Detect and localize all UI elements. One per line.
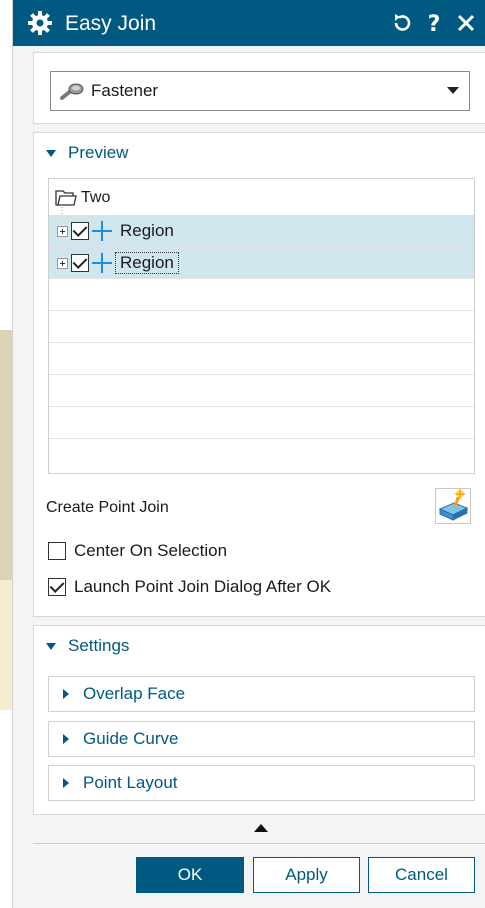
fastener-type-value: Fastener xyxy=(91,81,159,100)
overlap-face-label: Overlap Face xyxy=(83,684,186,703)
fastener-type-select[interactable]: Fastener xyxy=(50,71,470,111)
create-point-join-label: Create Point Join xyxy=(46,499,169,516)
point-layout-group[interactable]: Point Layout xyxy=(48,765,475,801)
apply-button[interactable]: Apply xyxy=(253,857,360,893)
region-icon xyxy=(92,253,112,273)
preview-tree[interactable]: Two Region Region xyxy=(48,178,475,474)
center-on-selection-option[interactable]: Center On Selection xyxy=(48,541,227,561)
preview-section-header[interactable]: Preview xyxy=(46,143,128,163)
expand-icon[interactable] xyxy=(57,225,68,237)
region-icon xyxy=(92,221,112,241)
create-point-join-button[interactable] xyxy=(435,488,471,524)
center-on-selection-label: Center On Selection xyxy=(74,541,228,560)
expand-arrow-icon xyxy=(63,689,69,699)
settings-panel: Settings Overlap Face Guide Curve Point … xyxy=(33,625,485,815)
collapse-dialog-icon[interactable] xyxy=(254,824,268,832)
empty-row xyxy=(49,375,474,407)
empty-row xyxy=(49,279,474,311)
point-layout-label: Point Layout xyxy=(83,773,178,792)
guide-curve-group[interactable]: Guide Curve xyxy=(48,721,475,757)
region-checkbox[interactable] xyxy=(71,254,89,272)
launch-point-join-label: Launch Point Join Dialog After OK xyxy=(74,577,332,596)
reset-icon[interactable] xyxy=(389,9,415,37)
chevron-down-icon xyxy=(447,87,459,94)
background-app-strip xyxy=(0,330,12,580)
region-label: Region xyxy=(120,221,174,240)
settings-heading: Settings xyxy=(68,636,130,655)
close-icon[interactable] xyxy=(453,9,479,37)
background-app-strip xyxy=(0,580,12,710)
ok-button[interactable]: OK xyxy=(136,857,244,893)
collapse-arrow-icon xyxy=(46,642,56,650)
center-on-selection-checkbox[interactable] xyxy=(48,542,66,560)
preview-heading: Preview xyxy=(68,143,129,162)
empty-row xyxy=(49,439,474,471)
help-icon[interactable]: ? xyxy=(421,9,447,37)
type-panel: Fastener xyxy=(33,52,485,124)
empty-row xyxy=(49,407,474,439)
expand-arrow-icon xyxy=(63,734,69,744)
empty-row xyxy=(49,343,474,375)
region-checkbox[interactable] xyxy=(71,222,89,240)
launch-point-join-option[interactable]: Launch Point Join Dialog After OK xyxy=(48,577,331,597)
point-join-icon xyxy=(438,489,469,521)
gear-icon xyxy=(27,10,53,36)
footer-divider xyxy=(33,843,485,844)
collapse-arrow-icon xyxy=(46,149,56,157)
cancel-button[interactable]: Cancel xyxy=(368,857,475,893)
tree-row[interactable]: Region xyxy=(49,215,474,247)
guide-curve-label: Guide Curve xyxy=(83,729,179,748)
overlap-face-group[interactable]: Overlap Face xyxy=(48,676,475,712)
region-label: Region xyxy=(115,252,179,274)
easy-join-dialog: Easy Join ? Fastener Preview Two Region … xyxy=(12,0,485,908)
launch-point-join-checkbox[interactable] xyxy=(48,578,66,596)
expand-icon[interactable] xyxy=(57,257,68,269)
empty-row xyxy=(49,311,474,343)
preview-panel: Preview Two Region Region Create Point J… xyxy=(33,132,485,617)
title-bar: Easy Join ? xyxy=(13,0,485,46)
expand-arrow-icon xyxy=(63,778,69,788)
settings-section-header[interactable]: Settings xyxy=(46,636,129,656)
fastener-icon xyxy=(59,82,87,102)
svg-text:?: ? xyxy=(428,12,441,36)
tree-row[interactable]: Region xyxy=(49,247,474,279)
dialog-title: Easy Join xyxy=(65,12,157,35)
